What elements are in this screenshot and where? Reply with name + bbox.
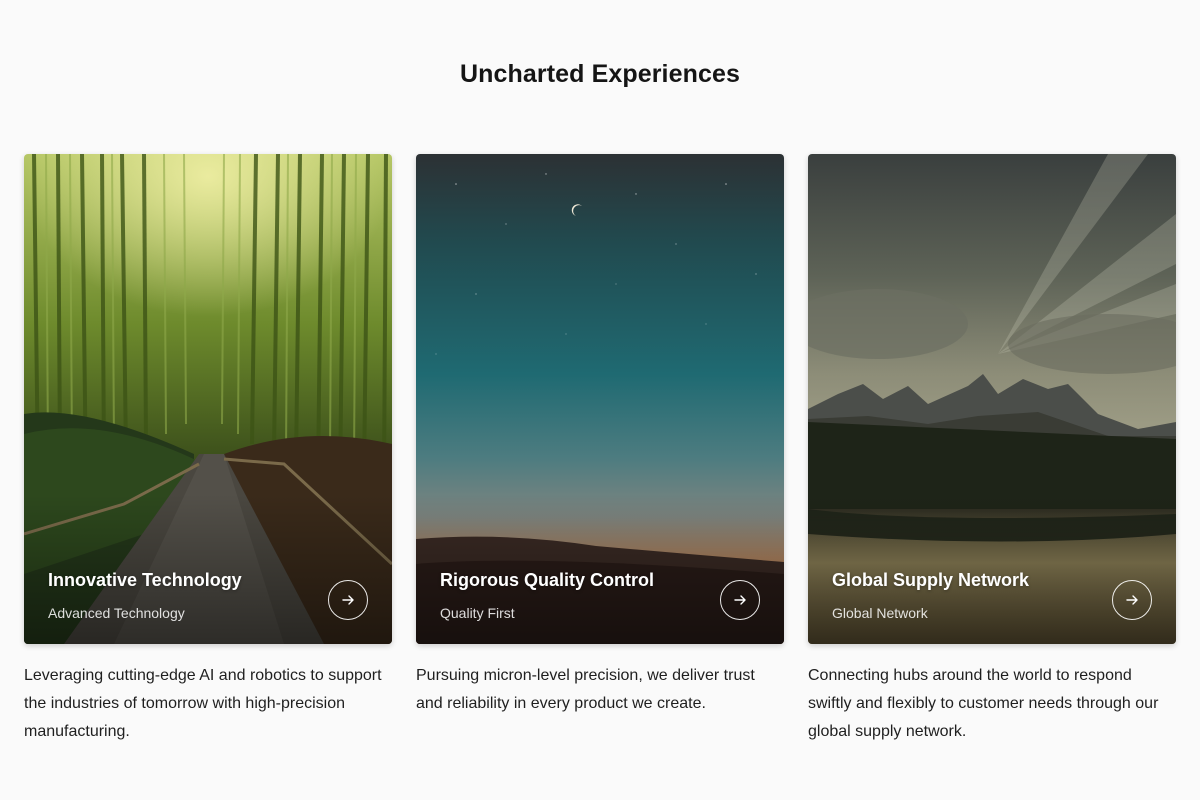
image-overlay bbox=[24, 494, 392, 644]
card-title: Innovative Technology bbox=[48, 570, 242, 590]
arrow-right-icon bbox=[1126, 595, 1138, 605]
card-arrow-button[interactable] bbox=[720, 580, 760, 620]
section-title: Uncharted Experiences bbox=[460, 60, 740, 88]
arrow-right-icon bbox=[342, 595, 354, 605]
card-title: Rigorous Quality Control bbox=[440, 570, 654, 590]
card-global-supply-network: Global Supply Network Global Network Con… bbox=[808, 154, 1176, 746]
card-subtitle: Advanced Technology bbox=[48, 605, 185, 621]
card-image-link[interactable]: Rigorous Quality Control Quality First bbox=[416, 154, 784, 644]
image-overlay bbox=[416, 494, 784, 644]
card-rigorous-quality-control: Rigorous Quality Control Quality First P… bbox=[416, 154, 784, 746]
card-arrow-button[interactable] bbox=[1112, 580, 1152, 620]
card-title: Global Supply Network bbox=[832, 570, 1030, 590]
card-arrow-button[interactable] bbox=[328, 580, 368, 620]
card-grid: Innovative Technology Advanced Technolog… bbox=[24, 154, 1176, 746]
card-innovative-technology: Innovative Technology Advanced Technolog… bbox=[24, 154, 392, 746]
card-description: Connecting hubs around the world to resp… bbox=[808, 667, 1159, 740]
card-subtitle: Global Network bbox=[832, 605, 928, 621]
card-image-link[interactable]: Innovative Technology Advanced Technolog… bbox=[24, 154, 392, 644]
card-subtitle: Quality First bbox=[440, 605, 515, 621]
card-image-link[interactable]: Global Supply Network Global Network bbox=[808, 154, 1176, 644]
card-description: Leveraging cutting-edge AI and robotics … bbox=[24, 667, 382, 740]
arrow-right-icon bbox=[734, 595, 746, 605]
card-description: Pursuing micron-level precision, we deli… bbox=[416, 667, 755, 712]
image-overlay bbox=[808, 494, 1176, 644]
